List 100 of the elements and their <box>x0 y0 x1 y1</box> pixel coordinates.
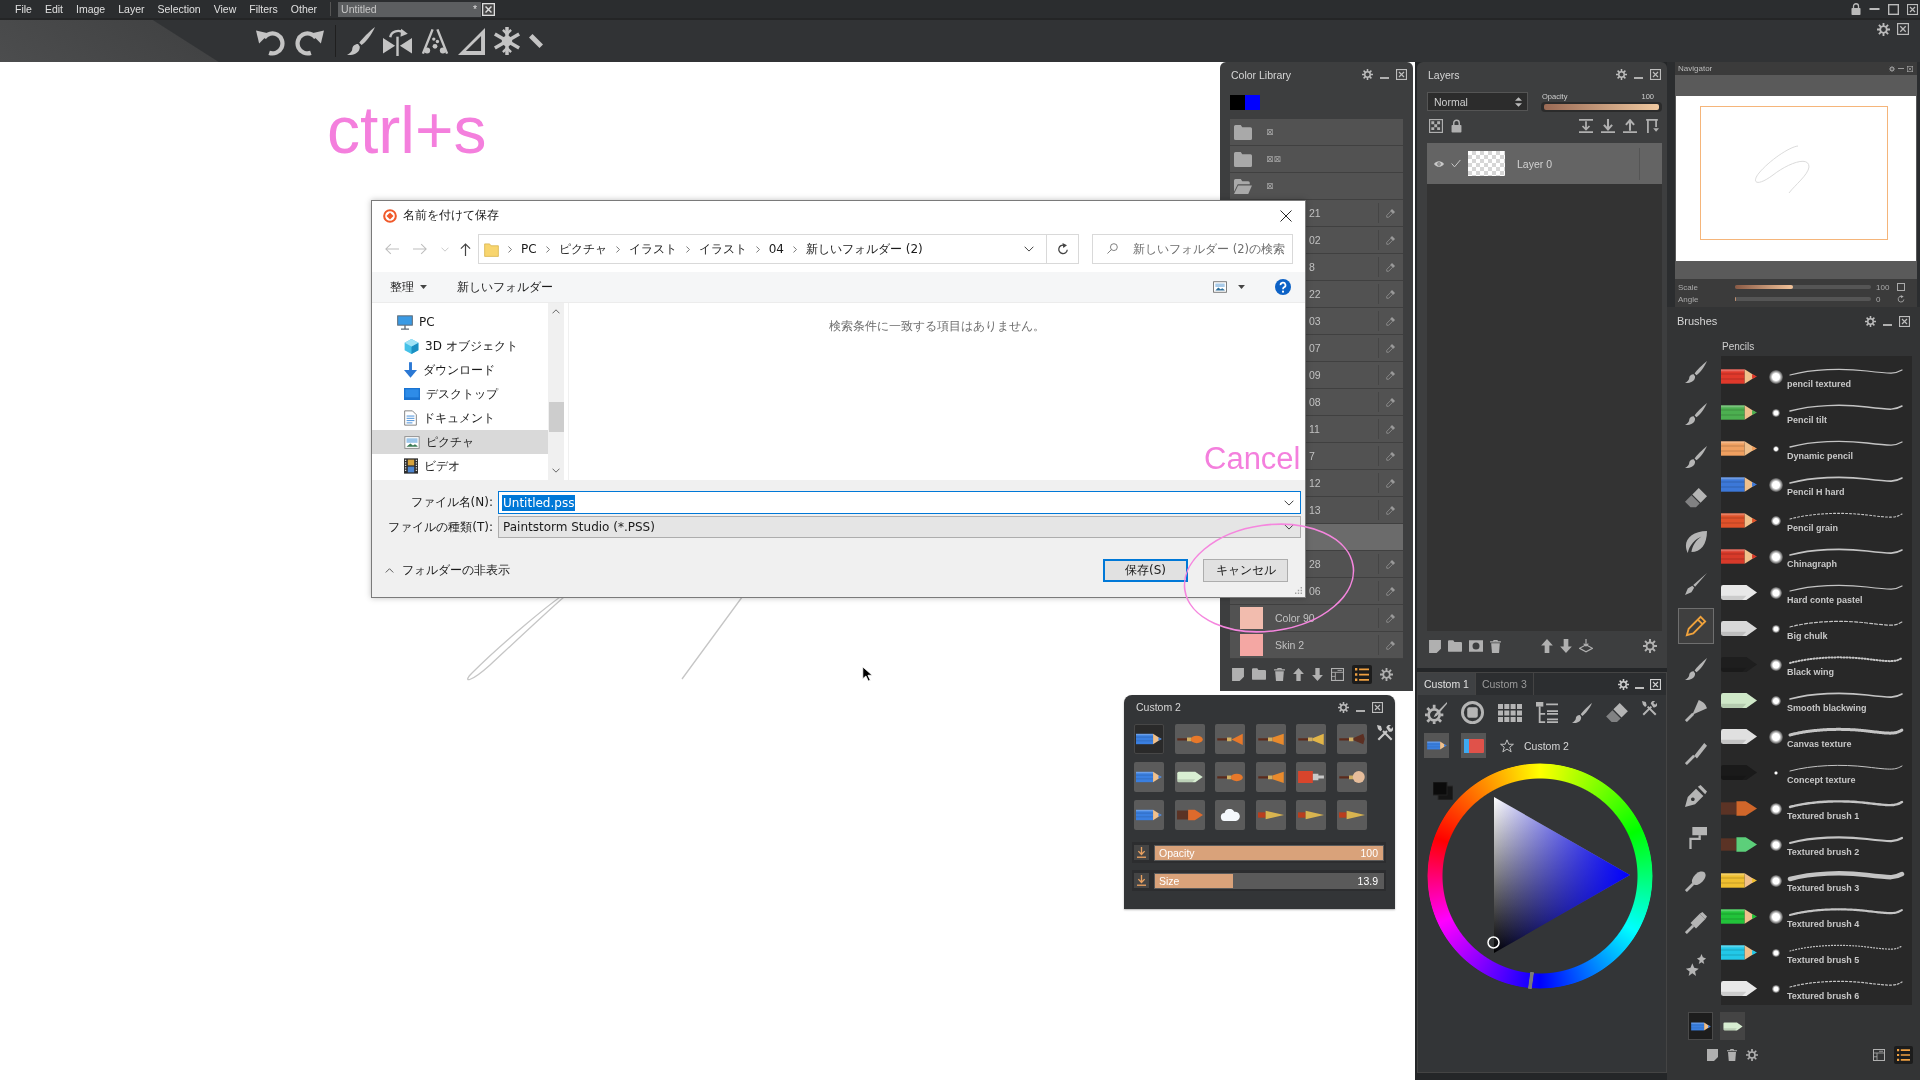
file-name-field[interactable]: Untitled.pss <box>498 491 1301 514</box>
layout-icon[interactable] <box>1331 667 1344 681</box>
brush-row[interactable]: Textured brush 6 <box>1721 970 1912 1005</box>
stars-icon[interactable] <box>1685 954 1707 977</box>
trash-icon[interactable] <box>1274 667 1285 681</box>
document-tab[interactable]: Untitled * <box>338 1 482 17</box>
settings-icon[interactable] <box>1338 701 1349 713</box>
color-triangle[interactable] <box>1494 797 1630 953</box>
eraser-icon[interactable] <box>1606 703 1628 722</box>
menu-item[interactable]: Layer <box>118 3 145 15</box>
color-swatch-icon[interactable] <box>1433 782 1453 800</box>
brush-row[interactable]: Big chulk <box>1721 610 1912 646</box>
blend-mode-select[interactable]: Normal <box>1427 92 1528 111</box>
spray-icon[interactable] <box>420 26 450 56</box>
file-type-select[interactable]: Paintstorm Studio (*.PSS) <box>498 516 1301 538</box>
lock-icon[interactable] <box>1851 3 1861 15</box>
maximize-icon[interactable] <box>1888 3 1899 15</box>
flat-brush-icon[interactable] <box>1255 762 1286 792</box>
lock-icon[interactable] <box>1451 119 1462 133</box>
brush-row[interactable]: Pencil H hard <box>1721 466 1912 502</box>
symmetry-icon[interactable] <box>383 26 412 56</box>
up-arrow-icon[interactable] <box>460 242 471 256</box>
checkerboard-icon[interactable] <box>1429 119 1443 133</box>
check-icon[interactable] <box>1451 159 1461 168</box>
navigator-view[interactable] <box>1675 75 1917 279</box>
brush-icon[interactable] <box>1572 702 1592 723</box>
menu-item[interactable]: Filters <box>249 3 278 15</box>
folder-icon[interactable] <box>1252 668 1266 680</box>
eyedropper-icon[interactable] <box>1386 559 1395 569</box>
save-button[interactable]: 保存(S) <box>1103 559 1188 582</box>
help-icon[interactable] <box>1275 279 1291 295</box>
settings-icon[interactable] <box>1618 678 1629 690</box>
eyedropper-icon[interactable] <box>1386 451 1395 461</box>
eyedropper-icon[interactable] <box>1386 208 1395 218</box>
dropdown-icon[interactable] <box>1284 524 1294 530</box>
cancel-button[interactable]: キャンセル <box>1203 559 1288 582</box>
fan-brush-icon[interactable] <box>1215 724 1245 754</box>
chevron-right-icon[interactable] <box>792 245 797 253</box>
settings-icon[interactable] <box>1362 69 1373 80</box>
eyedropper-icon[interactable] <box>1386 640 1395 650</box>
eyedropper-icon[interactable] <box>1386 613 1395 623</box>
close-icon[interactable] <box>1897 23 1909 35</box>
close-tab-icon[interactable] <box>482 2 496 16</box>
brush-icon[interactable] <box>347 27 375 55</box>
settings-icon[interactable] <box>1643 639 1657 653</box>
new-page-icon[interactable] <box>1232 667 1244 681</box>
layout-icon[interactable] <box>1873 1049 1885 1061</box>
list-view-icon[interactable] <box>1894 1046 1913 1064</box>
marker-icon[interactable] <box>1174 800 1205 830</box>
breadcrumb-item[interactable]: ピクチャ <box>558 240 607 258</box>
pencil-icon[interactable] <box>1424 733 1449 758</box>
arrow-down-icon[interactable] <box>1312 667 1323 681</box>
pen-nib-icon[interactable] <box>1296 800 1326 830</box>
scrollbar-thumb[interactable] <box>548 402 564 432</box>
grid-icon[interactable] <box>1498 703 1522 722</box>
mop-brush-icon[interactable] <box>1336 762 1367 792</box>
pen-nib-icon[interactable] <box>1685 784 1707 807</box>
snowflake-icon[interactable] <box>493 27 521 55</box>
menu-item[interactable]: Selection <box>157 3 201 15</box>
current-color-swatch[interactable] <box>1230 95 1245 110</box>
arrow-between-bars-icon[interactable] <box>1579 119 1593 133</box>
settings-icon[interactable] <box>1865 315 1876 327</box>
round-brush-icon[interactable] <box>1685 869 1707 892</box>
square-icon[interactable] <box>1897 283 1905 291</box>
brush-row[interactable]: Canvas texture <box>1721 718 1912 754</box>
brush-row[interactable]: Textured brush 5 <box>1721 934 1912 970</box>
color-row[interactable]: Skin 2 <box>1230 632 1403 659</box>
chevron-right-icon[interactable] <box>615 245 620 253</box>
nav-item[interactable]: ピクチャ <box>372 430 548 454</box>
dropdown-icon[interactable] <box>1284 499 1294 506</box>
menu-item[interactable]: Other <box>290 3 318 15</box>
refresh-button[interactable] <box>1047 234 1079 264</box>
eyedropper-icon[interactable] <box>1386 397 1395 407</box>
broom-brush-icon[interactable] <box>1296 724 1326 754</box>
close-icon[interactable] <box>1650 69 1661 80</box>
close-icon[interactable] <box>1372 701 1383 713</box>
scroll-up-icon[interactable] <box>552 309 560 314</box>
chevron-right-icon[interactable] <box>508 245 512 253</box>
star-icon[interactable] <box>1500 738 1514 753</box>
paintbrush-icon[interactable] <box>1685 403 1707 426</box>
pencil-icon[interactable] <box>1134 800 1164 830</box>
menu-item[interactable]: Edit <box>44 3 63 15</box>
bracket-arrow-icon[interactable] <box>1645 119 1659 133</box>
nav-item[interactable]: ビデオ <box>372 454 548 478</box>
eyedropper-icon[interactable] <box>1386 505 1395 515</box>
tree-list-icon[interactable] <box>1536 701 1558 724</box>
arrow-down-bar-icon[interactable] <box>1601 119 1615 133</box>
trash-icon[interactable] <box>1727 1049 1737 1061</box>
nav-item[interactable]: ダウンロード <box>372 358 548 382</box>
slider-track[interactable]: Size 13.9 <box>1154 872 1384 889</box>
brush-row[interactable]: Textured brush 3 <box>1721 862 1912 898</box>
flat-brush-icon[interactable] <box>1685 912 1707 935</box>
pen-nib-icon[interactable] <box>1255 800 1286 830</box>
menu-item[interactable]: File <box>15 3 32 15</box>
new-folder-button[interactable]: 新しいフォルダー <box>457 278 553 296</box>
current-color-swatch[interactable] <box>1245 95 1260 110</box>
gear-brush-icon[interactable] <box>1425 701 1447 724</box>
leaf-icon[interactable] <box>1685 530 1707 553</box>
palette-knife-icon[interactable] <box>1685 742 1707 765</box>
brush-row[interactable]: Black wing <box>1721 646 1912 682</box>
